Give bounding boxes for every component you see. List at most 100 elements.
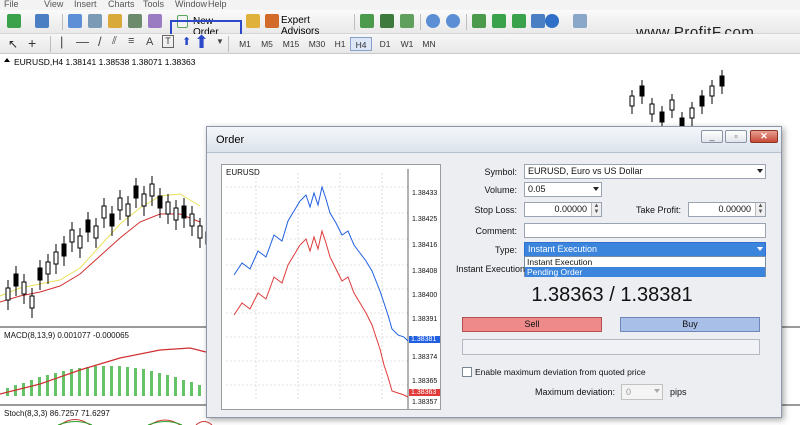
expert-advisors-button[interactable]: Expert Advisors bbox=[262, 12, 350, 37]
terminal-button[interactable] bbox=[126, 12, 144, 30]
toolbar-divider bbox=[354, 14, 355, 30]
type-option-pending[interactable]: Pending Order bbox=[525, 267, 765, 277]
candlesticks bbox=[5, 176, 211, 318]
line-chart-icon bbox=[400, 14, 414, 28]
take-profit-value: 0.00000 bbox=[718, 204, 751, 214]
timeframe-m15[interactable]: M15 bbox=[278, 37, 304, 51]
candle-body bbox=[109, 213, 115, 227]
horizontal-line-icon[interactable]: — bbox=[76, 34, 89, 49]
chevron-down-icon bbox=[757, 247, 763, 251]
menu-insert[interactable]: Insert bbox=[74, 0, 97, 9]
crosshair-icon[interactable]: + bbox=[28, 35, 36, 51]
candle-body bbox=[173, 207, 179, 221]
type-select[interactable]: Instant Execution bbox=[524, 242, 766, 257]
auto-scroll-button[interactable] bbox=[490, 12, 508, 30]
macd-bar bbox=[174, 377, 177, 396]
macd-bar bbox=[198, 385, 201, 396]
candle-body bbox=[133, 185, 139, 199]
zoom-in-button[interactable] bbox=[424, 12, 442, 30]
trendline-icon[interactable]: / bbox=[98, 34, 102, 49]
dialog-title: Order bbox=[216, 134, 245, 146]
max-deviation-label: Maximum deviation: bbox=[534, 387, 615, 397]
menu-charts[interactable]: Charts bbox=[108, 0, 135, 9]
metaeditor-button[interactable] bbox=[244, 12, 260, 30]
indicators-button[interactable] bbox=[514, 12, 545, 30]
arrow-tool-icon[interactable]: ⬆ bbox=[182, 35, 191, 48]
timeframe-h1[interactable]: H1 bbox=[330, 37, 350, 51]
tile-windows-button[interactable] bbox=[470, 12, 488, 30]
templates-button[interactable] bbox=[570, 12, 596, 30]
macd-histogram bbox=[6, 366, 209, 396]
timeframe-h4[interactable]: H4 bbox=[350, 37, 372, 51]
ask-price-tag: 1.38381 bbox=[409, 336, 440, 343]
max-deviation-input[interactable]: 0 bbox=[621, 384, 663, 400]
volume-select[interactable]: 0.05 bbox=[524, 182, 602, 197]
vertical-line-icon[interactable]: | bbox=[60, 34, 63, 49]
new-chart-button[interactable] bbox=[4, 12, 30, 30]
candle-body bbox=[709, 85, 715, 97]
buy-button[interactable]: Buy bbox=[620, 317, 760, 332]
data-window-button[interactable] bbox=[86, 12, 104, 30]
timeframe-m30[interactable]: M30 bbox=[304, 37, 330, 51]
strategy-tester-button[interactable] bbox=[146, 12, 164, 30]
type-label: Type: bbox=[494, 245, 517, 255]
candle-body bbox=[93, 225, 99, 239]
text-label-icon[interactable]: T bbox=[162, 35, 174, 48]
candlestick-button[interactable] bbox=[378, 12, 396, 30]
macd-bar bbox=[150, 371, 153, 396]
dialog-titlebar[interactable]: Order _ ▫ ✕ bbox=[207, 127, 781, 153]
profiles-icon bbox=[35, 14, 49, 28]
timeframe-w1[interactable]: W1 bbox=[396, 37, 418, 51]
menu-file[interactable]: File bbox=[4, 0, 19, 9]
timeframe-m1[interactable]: M1 bbox=[234, 37, 256, 51]
macd-bar bbox=[94, 366, 97, 396]
symbol-select[interactable]: EURUSD, Euro vs US Dollar bbox=[524, 164, 766, 179]
channel-icon[interactable]: ⫽ bbox=[112, 35, 117, 48]
zoom-out-button[interactable] bbox=[444, 12, 462, 30]
timeframe-m5[interactable]: M5 bbox=[256, 37, 278, 51]
candle-body bbox=[181, 205, 187, 219]
menu-view[interactable]: View bbox=[44, 0, 63, 9]
close-button[interactable]: ✕ bbox=[750, 130, 778, 143]
comment-input[interactable] bbox=[524, 223, 766, 238]
macd-bar bbox=[182, 380, 185, 396]
periods-button[interactable] bbox=[542, 12, 566, 30]
symbol-value: EURUSD, Euro vs US Dollar bbox=[528, 166, 643, 176]
max-deviation-checkbox[interactable] bbox=[462, 367, 472, 377]
type-option-instant[interactable]: Instant Execution bbox=[525, 257, 765, 267]
bid-price-tag: 1.38363 bbox=[409, 389, 440, 396]
tick-grid bbox=[226, 173, 408, 399]
new-chart-icon bbox=[7, 14, 21, 28]
stop-loss-input[interactable]: 0.00000 ▲ ▼ bbox=[524, 202, 602, 217]
candle-body bbox=[639, 85, 645, 97]
take-profit-input[interactable]: 0.00000 ▲ ▼ bbox=[688, 202, 766, 217]
line-chart-button[interactable] bbox=[398, 12, 416, 30]
take-profit-label: Take Profit: bbox=[635, 205, 681, 215]
text-tool-icon[interactable]: A bbox=[146, 36, 153, 48]
toolbar-divider bbox=[62, 14, 63, 30]
macd-bar bbox=[166, 375, 169, 396]
minimize-button[interactable]: _ bbox=[701, 130, 723, 143]
candle-body bbox=[629, 95, 635, 107]
sell-button[interactable]: Sell bbox=[462, 317, 602, 332]
menu-help[interactable]: Help bbox=[208, 0, 227, 9]
navigator-button[interactable] bbox=[106, 12, 124, 30]
arrow-dropdown-icon[interactable]: ▼ bbox=[216, 37, 224, 46]
take-profit-spinner[interactable]: ▲ ▼ bbox=[755, 203, 765, 216]
menu-window[interactable]: Window bbox=[175, 0, 207, 9]
bar-chart-button[interactable] bbox=[358, 12, 376, 30]
stop-loss-spinner[interactable]: ▲ ▼ bbox=[591, 203, 601, 216]
cursor-icon[interactable]: ↖ bbox=[8, 37, 18, 51]
tile-windows-icon bbox=[472, 14, 486, 28]
profiles-button[interactable] bbox=[32, 12, 58, 30]
market-watch-button[interactable] bbox=[66, 12, 84, 30]
fibonacci-icon[interactable]: ≡ bbox=[128, 35, 134, 47]
timeframe-d1[interactable]: D1 bbox=[374, 37, 396, 51]
toolbar-divider bbox=[228, 36, 229, 52]
menu-tools[interactable]: Tools bbox=[143, 0, 164, 9]
type-dropdown-list: Instant Execution Pending Order bbox=[524, 256, 766, 277]
timeframe-mn[interactable]: MN bbox=[418, 37, 440, 51]
candle-body bbox=[689, 107, 695, 119]
maximize-button[interactable]: ▫ bbox=[725, 130, 747, 143]
price-tick: 1.38433 bbox=[412, 190, 438, 197]
